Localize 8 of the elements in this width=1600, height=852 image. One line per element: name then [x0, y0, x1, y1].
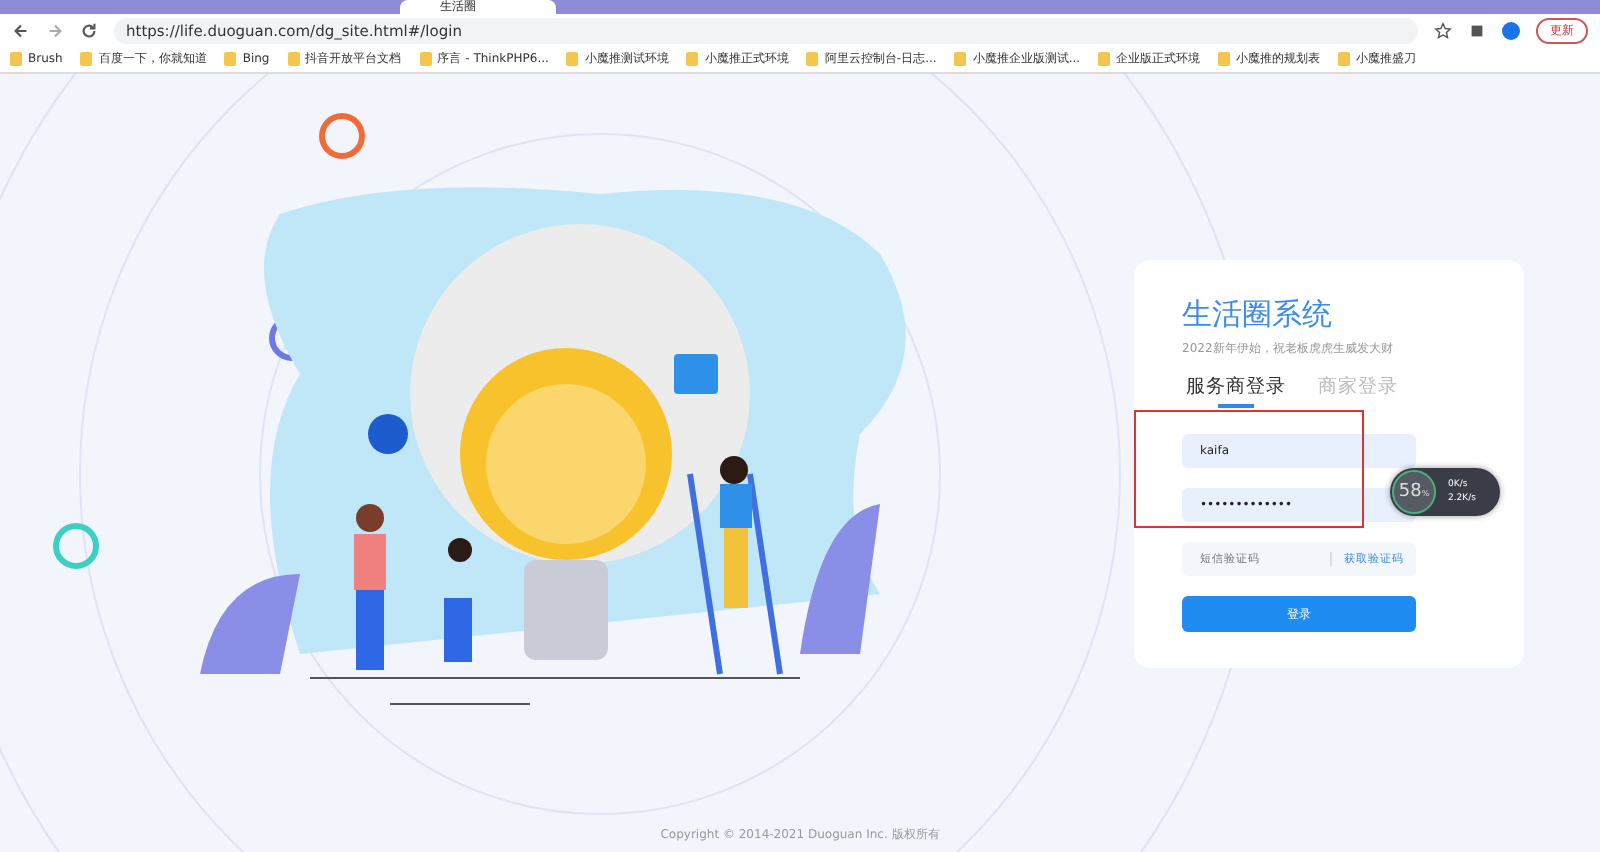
star-icon[interactable] [1434, 21, 1452, 39]
reload-icon[interactable] [80, 21, 98, 39]
login-tab[interactable]: 服务商登录 [1186, 374, 1286, 408]
back-icon[interactable] [12, 21, 30, 39]
ring-icon [53, 523, 99, 569]
profile-icon[interactable] [1502, 21, 1520, 39]
system-title: 生活圈系统 [1182, 296, 1334, 334]
ring-icon [319, 113, 365, 159]
